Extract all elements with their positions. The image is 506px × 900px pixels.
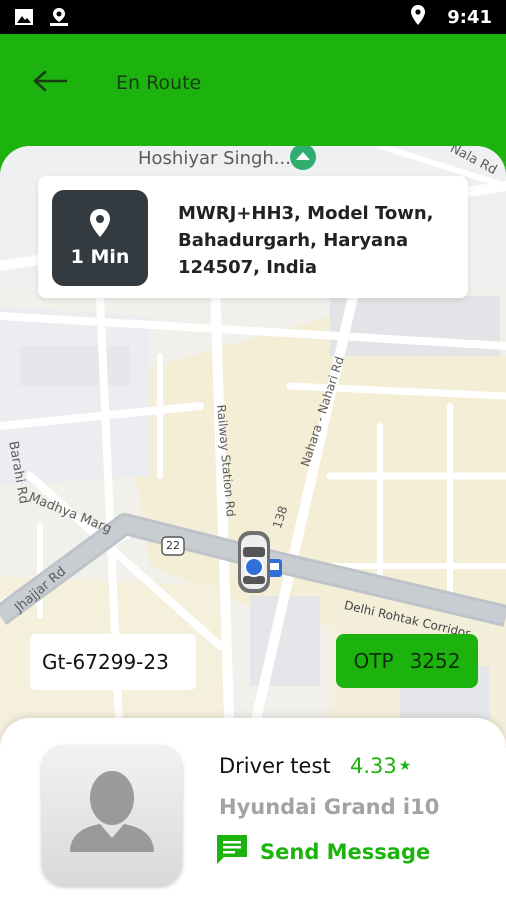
driver-name: Driver test <box>219 754 331 778</box>
status-bar: 9:41 <box>0 0 506 34</box>
map-label-place: Hoshiyar Singh... <box>138 148 291 169</box>
location-icon <box>411 4 426 30</box>
back-button[interactable] <box>30 66 70 100</box>
otp-badge: OTP 3252 <box>336 634 478 688</box>
message-icon <box>214 832 250 871</box>
driver-avatar <box>42 746 182 886</box>
send-message-label: Send Message <box>260 839 431 864</box>
eta-text: 1 Min <box>70 246 130 268</box>
app-bar: En Route <box>0 34 506 150</box>
address-card: 1 Min MWRJ+HH3, Model Town, Bahadurgarh,… <box>38 176 468 298</box>
person-icon <box>70 771 154 852</box>
location-pin-icon <box>88 208 112 243</box>
driver-panel: Driver test 4.33 ★ Hyundai Grand i10 Sen… <box>0 718 506 900</box>
eta-badge: 1 Min <box>52 190 148 286</box>
driver-rating: 4.33 ★ <box>350 754 411 778</box>
star-icon: ★ <box>398 758 412 774</box>
send-message-button[interactable]: Send Message <box>214 832 430 871</box>
otp-value: 3252 <box>409 649 461 673</box>
vehicle-number: Gt-67299-23 <box>30 634 196 690</box>
address-line: MWRJ+HH3, Model Town, <box>178 203 434 224</box>
car-marker <box>238 531 270 593</box>
car-model: Hyundai Grand i10 <box>219 795 440 819</box>
address-line: 124507, India <box>178 257 317 278</box>
address-line: Bahadurgarh, Haryana <box>178 230 409 251</box>
app-notification-icon <box>48 7 70 32</box>
rating-value: 4.33 <box>350 754 397 778</box>
image-icon <box>14 8 34 31</box>
status-time: 9:41 <box>447 6 492 28</box>
page-title: En Route <box>116 72 202 94</box>
otp-label: OTP <box>353 649 394 673</box>
pickup-address: MWRJ+HH3, Model Town, Bahadurgarh, Harya… <box>178 200 458 281</box>
map-label-route-22: 22 <box>166 539 180 552</box>
arrow-left-icon <box>32 69 68 98</box>
